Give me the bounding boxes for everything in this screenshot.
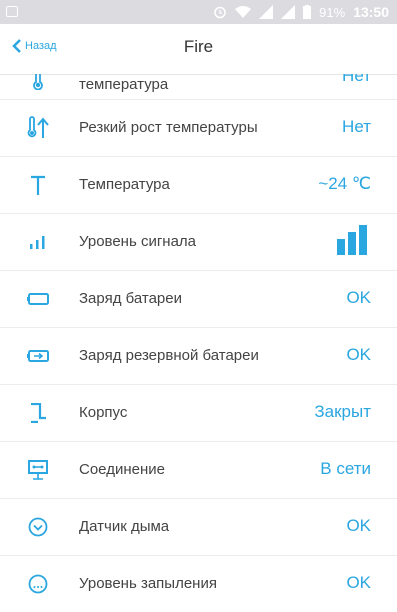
temperature-T-icon [27,173,49,197]
list-item-dust-level[interactable]: Уровень запыления OK [0,556,397,612]
screenshot-notification-icon [6,6,18,17]
battery-percent: 91% [319,4,346,20]
list-item-temperature[interactable]: Температура ~24 ℃ [0,157,397,214]
list-item-label: Уровень запыления [79,575,217,592]
signal-bars-icon [337,225,367,260]
list-item-value: OK [346,573,371,592]
alarm-icon [214,6,226,19]
cell-signal-icon-2 [281,5,296,19]
backup-battery-icon [27,344,49,368]
list-item-temperature-rise[interactable]: Резкий рост температуры Нет [0,100,397,157]
status-bar: 91% 13:50 [0,0,397,24]
list-item-smoke-sensor[interactable]: Датчик дыма OK [0,499,397,556]
list-item-label: Соединение [79,461,165,478]
list-item-battery[interactable]: Заряд батареи OK [0,271,397,328]
clock: 13:50 [353,4,389,20]
thermometer-icon [27,74,49,92]
list-item-value: OK [346,345,371,364]
app-bar: Назад Fire [0,24,397,75]
list-item-value: В сети [320,459,371,478]
list-item-signal-level[interactable]: Уровень сигнала [0,214,397,271]
list-item-value: OK [346,516,371,535]
list-item-value: Нет [342,117,371,136]
page-title: Fire [183,37,214,56]
phone-battery-icon [303,5,312,19]
signal-icon [27,230,49,254]
list-item-label: Уровень сигнала [79,233,197,250]
wifi-icon [235,6,252,18]
list-item-label: Заряд резервной батареи [79,347,259,364]
temperature-rise-icon [27,116,49,140]
dust-level-icon [27,572,49,596]
connection-icon [27,458,49,482]
device-properties-list: температура Нет Резкий рост температуры … [0,74,397,612]
status-icons: 91% 13:50 [213,4,389,20]
list-item-value: ~24 ℃ [318,174,371,193]
case-icon [27,401,49,425]
list-item-value: Нет [342,74,371,85]
cell-signal-icon-1 [259,5,274,19]
list-item-value: Закрыт [314,402,371,421]
smoke-sensor-icon [27,515,49,539]
list-item-value: OK [346,288,371,307]
list-item-label: Датчик дыма [79,518,170,535]
list-item-label: температура [79,76,169,93]
battery-icon [27,287,49,311]
list-item-label: Заряд батареи [79,290,182,307]
list-item-case[interactable]: Корпус Закрыт [0,385,397,442]
list-item-backup-battery[interactable]: Заряд резервной батареи OK [0,328,397,385]
list-item-label: Резкий рост температуры [79,119,258,136]
list-item-connection[interactable]: Соединение В сети [0,442,397,499]
list-item-label: Температура [79,176,170,193]
list-item-label: Корпус [79,404,128,421]
list-item-temperature-partial[interactable]: температура Нет [0,74,397,100]
